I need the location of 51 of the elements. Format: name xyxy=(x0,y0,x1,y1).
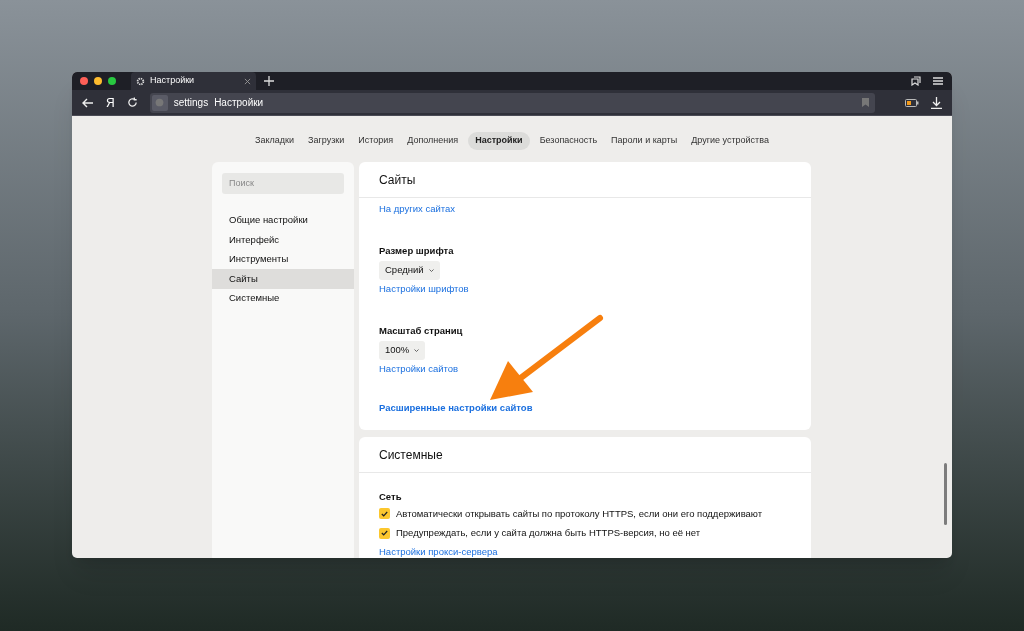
yandex-logo[interactable]: Я xyxy=(106,96,115,109)
dropdown-button[interactable]: Средний xyxy=(379,261,440,280)
tab-title: Настройки xyxy=(150,74,196,88)
setting-heading: Размер шрифта xyxy=(379,243,455,258)
new-tab-icon[interactable] xyxy=(264,76,274,86)
address-scheme: settings xyxy=(173,96,209,110)
back-arrow-icon[interactable] xyxy=(82,97,94,108)
nav-tab[interactable]: Закладки xyxy=(251,132,299,150)
address-bar[interactable]: settings Настройки xyxy=(149,92,875,113)
reload-icon[interactable] xyxy=(126,97,138,108)
minimize-window-button[interactable] xyxy=(94,77,102,85)
checkbox-label: Автоматически открывать сайты по протоколу HTTPS, если они его поддерживают xyxy=(396,506,763,521)
nav-tab[interactable]: Безопасность xyxy=(535,132,602,150)
close-window-button[interactable] xyxy=(80,77,88,85)
nav-tab[interactable]: Загрузки xyxy=(304,132,349,150)
settings-link[interactable]: На других сайтах xyxy=(379,202,456,217)
sidebar-item[interactable]: Системные xyxy=(212,288,354,308)
setting-heading: Сеть xyxy=(379,489,403,504)
address-title: Настройки xyxy=(214,96,265,110)
caret-icon xyxy=(414,349,420,352)
gear-icon xyxy=(136,76,145,86)
nav-tab[interactable]: Пароли и карты xyxy=(607,132,682,150)
settings-link[interactable]: Настройки прокси-сервера xyxy=(379,545,498,558)
checkbox-label: Предупреждать, если у сайта должна быть HTTPS-версия, но её нет xyxy=(396,526,701,541)
scrollbar-thumb[interactable] xyxy=(944,463,947,525)
sidebar-item[interactable]: Интерфейс xyxy=(212,230,354,250)
download-icon[interactable] xyxy=(931,96,942,109)
zoom-window-button[interactable] xyxy=(108,77,116,85)
settings-link[interactable]: Настройки шрифтов xyxy=(379,282,469,297)
caret-icon xyxy=(428,269,434,272)
settings-link[interactable]: Настройки сайтов xyxy=(379,362,459,377)
nav-tab[interactable]: Настройки xyxy=(468,132,530,150)
menu-icon[interactable] xyxy=(933,77,943,85)
checkbox[interactable] xyxy=(379,527,390,539)
sidebar-item[interactable]: Сайты xyxy=(212,269,354,289)
advanced-settings-link[interactable]: Расширенные настройки сайтов xyxy=(379,401,533,416)
browser-tab[interactable]: Настройки xyxy=(131,72,256,90)
sidebar-item[interactable]: Инструменты xyxy=(212,249,354,269)
checkbox[interactable] xyxy=(379,508,390,520)
close-icon[interactable] xyxy=(244,77,251,85)
tabs-icon[interactable] xyxy=(911,76,921,86)
section-title: Системные xyxy=(359,437,811,473)
nav-tab[interactable]: Другие устройства xyxy=(687,132,773,150)
dropdown-button[interactable]: 100% xyxy=(379,341,426,360)
setting-heading: Масштаб страниц xyxy=(379,323,464,338)
sidebar-item[interactable]: Общие настройки xyxy=(212,210,354,230)
battery-icon[interactable] xyxy=(905,98,919,107)
section-title: Сайты xyxy=(359,162,811,198)
nav-tab[interactable]: История xyxy=(354,132,398,150)
search-field[interactable]: Поиск xyxy=(222,172,344,194)
nav-tab[interactable]: Дополнения xyxy=(403,132,463,150)
